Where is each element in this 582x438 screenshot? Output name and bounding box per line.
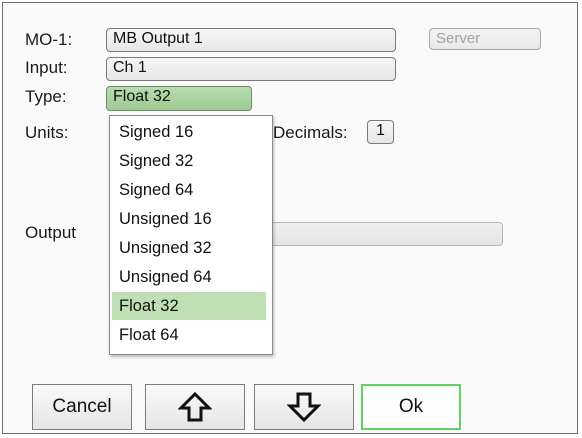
type-dropdown-list: Signed 16 Signed 32 Signed 64 Unsigned 1… bbox=[109, 115, 273, 355]
arrow-up-icon bbox=[178, 391, 212, 422]
ok-button[interactable]: Ok bbox=[361, 384, 461, 430]
type-option[interactable]: Float 64 bbox=[112, 321, 266, 349]
type-option[interactable]: Signed 32 bbox=[112, 147, 266, 175]
decimals-label: Decimals: bbox=[273, 123, 348, 142]
type-option[interactable]: Signed 64 bbox=[112, 176, 266, 204]
type-option[interactable]: Signed 16 bbox=[112, 118, 266, 146]
server-button[interactable]: Server bbox=[429, 28, 541, 50]
up-button[interactable] bbox=[145, 384, 245, 430]
type-option[interactable]: Unsigned 32 bbox=[112, 234, 266, 262]
down-button[interactable] bbox=[254, 384, 354, 430]
modbus-output-config-screen: MO-1: MB Output 1 Server Input: Ch 1 Typ… bbox=[2, 2, 578, 434]
type-option-selected[interactable]: Float 32 bbox=[112, 292, 266, 320]
input-label: Input: bbox=[25, 58, 68, 77]
output-field[interactable] bbox=[265, 222, 503, 246]
mo-label: MO-1: bbox=[25, 30, 73, 49]
mo-name-field[interactable]: MB Output 1 bbox=[106, 28, 396, 52]
output-label: Output bbox=[25, 223, 77, 242]
input-field[interactable]: Ch 1 bbox=[106, 57, 396, 81]
units-label: Units: bbox=[25, 123, 69, 142]
decimals-field[interactable]: 1 bbox=[367, 120, 394, 144]
cancel-button[interactable]: Cancel bbox=[32, 384, 132, 430]
type-option[interactable]: Unsigned 64 bbox=[112, 263, 266, 291]
arrow-down-icon bbox=[287, 392, 321, 423]
type-option[interactable]: Unsigned 16 bbox=[112, 205, 266, 233]
type-label: Type: bbox=[25, 87, 67, 106]
type-select[interactable]: Float 32 bbox=[106, 86, 252, 111]
